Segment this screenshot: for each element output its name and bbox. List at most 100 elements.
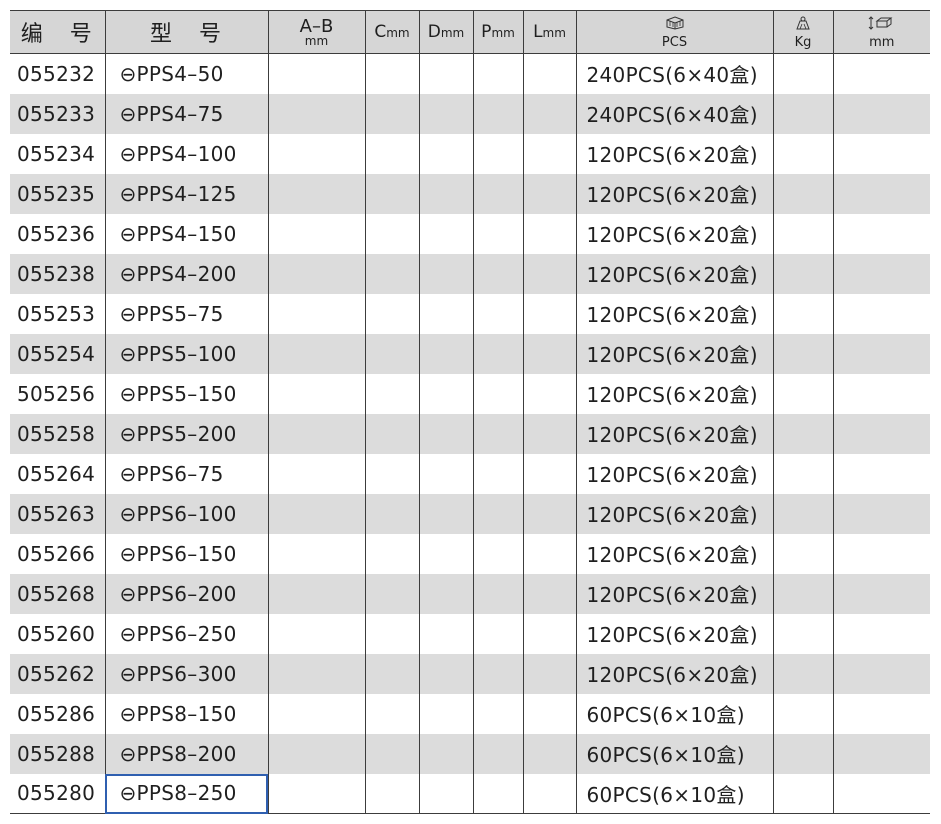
c-cell[interactable] [364, 773, 419, 814]
ab-cell[interactable] [267, 533, 365, 574]
l-cell[interactable] [522, 453, 576, 494]
packing-cell[interactable]: 240PCS(6×40盒) [575, 93, 773, 134]
size-cell[interactable] [832, 93, 930, 134]
packing-cell[interactable]: 120PCS(6×20盒) [575, 573, 773, 614]
c-cell[interactable] [364, 413, 419, 454]
d-cell[interactable] [418, 173, 473, 214]
d-cell[interactable] [418, 733, 473, 774]
c-cell[interactable] [364, 333, 419, 374]
packing-cell[interactable]: 60PCS(6×10盒) [575, 773, 773, 814]
weight-cell[interactable] [772, 53, 833, 94]
p-cell[interactable] [472, 773, 523, 814]
weight-cell[interactable] [772, 573, 833, 614]
p-cell[interactable] [472, 253, 523, 294]
ab-cell[interactable] [267, 573, 365, 614]
ab-cell[interactable] [267, 333, 365, 374]
ab-cell[interactable] [267, 733, 365, 774]
c-cell[interactable] [364, 253, 419, 294]
product-code-cell[interactable]: 055280 [10, 773, 105, 814]
product-code-cell[interactable]: 055268 [10, 574, 105, 614]
product-model-cell[interactable]: ⊖PPS6–250 [104, 613, 268, 654]
weight-cell[interactable] [772, 253, 833, 294]
d-cell[interactable] [418, 373, 473, 414]
product-code-cell[interactable]: 055238 [10, 254, 105, 294]
weight-cell[interactable] [772, 93, 833, 134]
d-cell[interactable] [418, 493, 473, 534]
c-cell[interactable] [364, 293, 419, 334]
l-cell[interactable] [522, 173, 576, 214]
weight-cell[interactable] [772, 413, 833, 454]
l-cell[interactable] [522, 613, 576, 654]
d-cell[interactable] [418, 253, 473, 294]
weight-cell[interactable] [772, 373, 833, 414]
d-cell[interactable] [418, 693, 473, 734]
c-cell[interactable] [364, 173, 419, 214]
size-cell[interactable] [832, 773, 930, 814]
ab-cell[interactable] [267, 213, 365, 254]
p-cell[interactable] [472, 533, 523, 574]
c-cell[interactable] [364, 493, 419, 534]
d-cell[interactable] [418, 653, 473, 694]
packing-cell[interactable]: 120PCS(6×20盒) [575, 213, 773, 254]
l-cell[interactable] [522, 573, 576, 614]
packing-cell[interactable]: 120PCS(6×20盒) [575, 453, 773, 494]
weight-cell[interactable] [772, 293, 833, 334]
l-cell[interactable] [522, 493, 576, 534]
p-cell[interactable] [472, 693, 523, 734]
packing-cell[interactable]: 60PCS(6×10盒) [575, 693, 773, 734]
size-cell[interactable] [832, 333, 930, 374]
c-cell[interactable] [364, 213, 419, 254]
weight-cell[interactable] [772, 733, 833, 774]
c-cell[interactable] [364, 573, 419, 614]
size-cell[interactable] [832, 173, 930, 214]
c-cell[interactable] [364, 613, 419, 654]
c-cell[interactable] [364, 533, 419, 574]
product-model-cell[interactable]: ⊖PPS5–150 [104, 373, 268, 414]
product-model-cell[interactable]: ⊖PPS6–75 [104, 453, 268, 494]
d-cell[interactable] [418, 53, 473, 94]
ab-cell[interactable] [267, 53, 365, 94]
l-cell[interactable] [522, 133, 576, 174]
p-cell[interactable] [472, 653, 523, 694]
packing-cell[interactable]: 120PCS(6×20盒) [575, 653, 773, 694]
weight-cell[interactable] [772, 693, 833, 734]
ab-cell[interactable] [267, 133, 365, 174]
size-cell[interactable] [832, 653, 930, 694]
product-code-cell[interactable]: 055266 [10, 534, 105, 574]
size-cell[interactable] [832, 453, 930, 494]
packing-cell[interactable]: 120PCS(6×20盒) [575, 293, 773, 334]
ab-cell[interactable] [267, 253, 365, 294]
size-cell[interactable] [832, 493, 930, 534]
ab-cell[interactable] [267, 293, 365, 334]
c-cell[interactable] [364, 373, 419, 414]
product-model-cell[interactable]: ⊖PPS4–125 [104, 173, 268, 214]
size-cell[interactable] [832, 573, 930, 614]
p-cell[interactable] [472, 293, 523, 334]
packing-cell[interactable]: 120PCS(6×20盒) [575, 613, 773, 654]
packing-cell[interactable]: 120PCS(6×20盒) [575, 493, 773, 534]
d-cell[interactable] [418, 293, 473, 334]
product-model-cell[interactable]: ⊖PPS6–300 [104, 653, 268, 694]
product-model-cell[interactable]: ⊖PPS6–200 [104, 573, 268, 614]
packing-cell[interactable]: 120PCS(6×20盒) [575, 173, 773, 214]
product-code-cell[interactable]: 055235 [10, 174, 105, 214]
product-code-cell[interactable]: 055288 [10, 734, 105, 774]
ab-cell[interactable] [267, 93, 365, 134]
l-cell[interactable] [522, 733, 576, 774]
product-model-cell[interactable]: ⊖PPS6–100 [104, 493, 268, 534]
weight-cell[interactable] [772, 213, 833, 254]
p-cell[interactable] [472, 373, 523, 414]
product-model-cell[interactable]: ⊖PPS4–75 [104, 93, 268, 134]
product-code-cell[interactable]: 055254 [10, 334, 105, 374]
product-code-cell[interactable]: 055286 [10, 694, 105, 734]
ab-cell[interactable] [267, 373, 365, 414]
size-cell[interactable] [832, 133, 930, 174]
l-cell[interactable] [522, 413, 576, 454]
c-cell[interactable] [364, 133, 419, 174]
ab-cell[interactable] [267, 773, 365, 814]
product-model-cell[interactable]: ⊖PPS4–200 [104, 253, 268, 294]
l-cell[interactable] [522, 93, 576, 134]
p-cell[interactable] [472, 53, 523, 94]
size-cell[interactable] [832, 53, 930, 94]
p-cell[interactable] [472, 93, 523, 134]
